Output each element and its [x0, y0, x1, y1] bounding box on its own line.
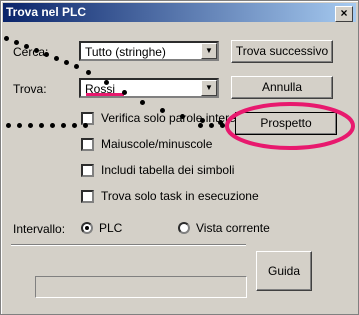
help-button[interactable]: Guida [256, 251, 312, 291]
annotation-dot [17, 123, 22, 128]
annotation-dot [140, 100, 145, 105]
annotation-dot [122, 90, 127, 95]
annotation-dot [64, 60, 69, 65]
annotation-dot [180, 114, 185, 119]
annotation-dot [104, 80, 109, 85]
scope-plc-label: PLC [99, 221, 123, 235]
cerca-label: Cerca: [13, 45, 49, 59]
annotation-dot [86, 70, 91, 75]
window-title: Trova nel PLC [6, 5, 87, 19]
annotation-dot [209, 123, 214, 128]
trova-input[interactable]: Rossi ▼ [79, 78, 219, 98]
annotation-dot [160, 108, 165, 113]
annotation-dot [6, 123, 11, 128]
annotation-dot [28, 123, 33, 128]
option-match-case-checkbox[interactable] [81, 138, 94, 151]
cerca-value: Tutto (stringhe) [85, 45, 166, 59]
trova-value: Rossi [85, 82, 116, 96]
cerca-dropdown[interactable]: Tutto (stringhe) ▼ [79, 41, 219, 61]
find-in-plc-dialog: Trova nel PLC × Cerca: Tutto (stringhe) … [0, 0, 359, 315]
close-button[interactable]: × [335, 6, 353, 22]
title-bar: Trova nel PLC × [3, 3, 356, 22]
cancel-button[interactable]: Annulla [231, 76, 333, 99]
option-running-tasks-checkbox[interactable] [81, 190, 94, 203]
option-match-case-label: Maiuscole/minuscole [101, 137, 213, 151]
annotation-dot [198, 123, 203, 128]
option-symbol-table-label: Includi tabella dei simboli [101, 163, 235, 177]
annotation-dot [61, 123, 66, 128]
trova-label: Trova: [13, 82, 47, 96]
chevron-down-icon[interactable]: ▼ [201, 80, 217, 96]
scope-plc-radio[interactable] [81, 222, 93, 234]
annotation-dot [39, 123, 44, 128]
annotation-dot [200, 118, 205, 123]
option-whole-words-label: Verifica solo parole intere [101, 111, 236, 125]
find-next-button[interactable]: Trova successivo [231, 40, 333, 63]
option-symbol-table-checkbox[interactable] [81, 164, 94, 177]
annotation-dot [4, 36, 9, 41]
annotation-dot [72, 123, 77, 128]
option-running-tasks-label: Trova solo task in esecuzione [101, 189, 259, 203]
annotation-dot [14, 40, 19, 45]
browse-button[interactable]: Prospetto [235, 112, 337, 135]
annotation-dot [44, 52, 49, 57]
scope-current-view-label: Vista corrente [196, 221, 270, 235]
annotation-dot [54, 56, 59, 61]
annotation-dot [218, 120, 223, 125]
divider [11, 244, 246, 246]
annotation-dot [74, 64, 79, 69]
chevron-down-icon[interactable]: ▼ [201, 43, 217, 59]
annotation-dot [83, 123, 88, 128]
scope-current-view-radio[interactable] [178, 222, 190, 234]
annotation-dot [34, 48, 39, 53]
progress-bar [35, 276, 247, 298]
annotation-dot [24, 44, 29, 49]
annotation-dot [50, 123, 55, 128]
intervallo-label: Intervallo: [13, 222, 66, 236]
